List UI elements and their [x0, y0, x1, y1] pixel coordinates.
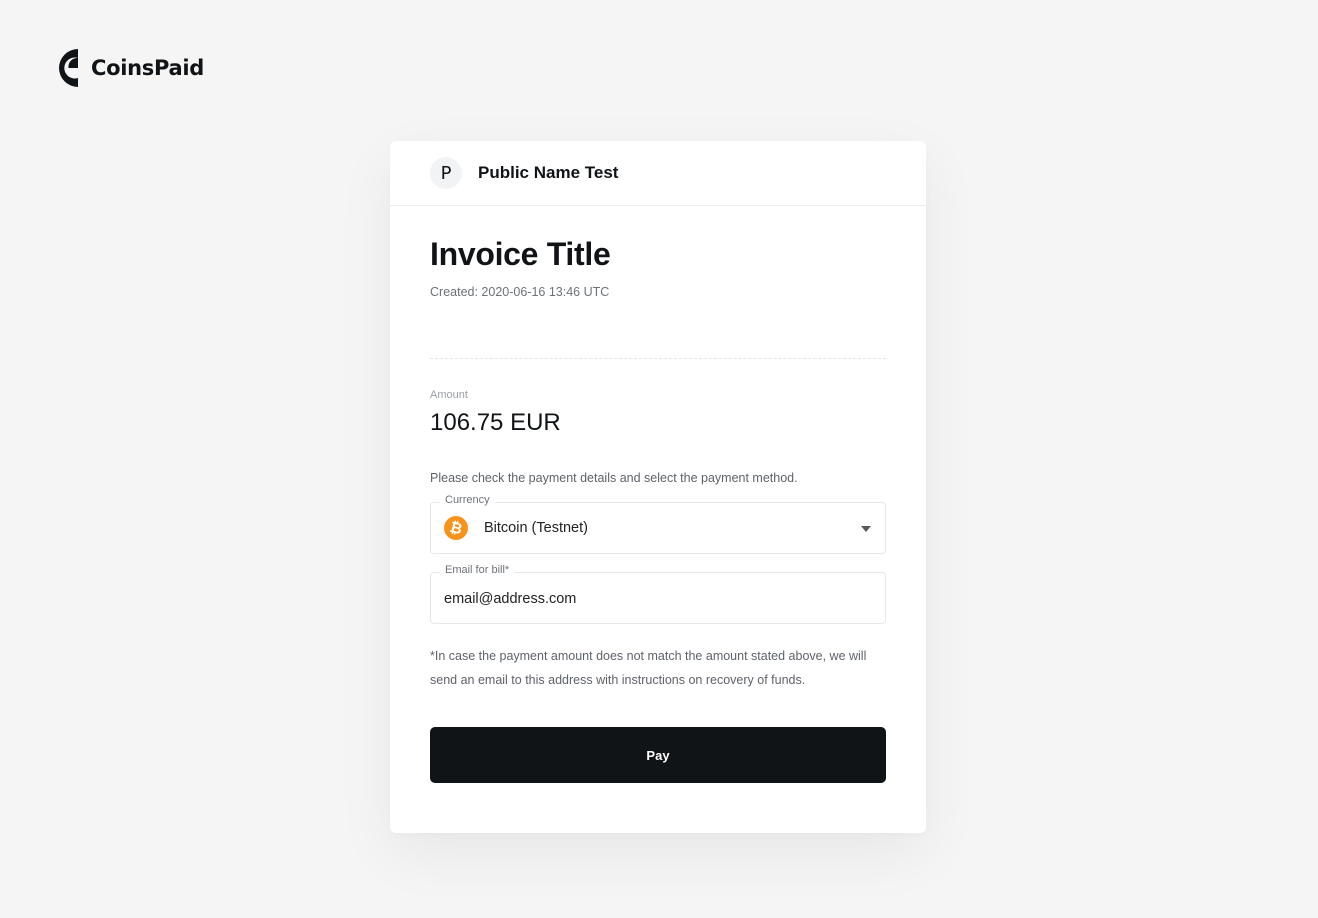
pay-button[interactable]: Pay [430, 727, 886, 783]
coinspaid-logo[interactable]: CoinsPaid [57, 47, 204, 89]
email-input[interactable] [444, 573, 885, 623]
payment-instruction: Please check the payment details and sel… [430, 471, 798, 485]
amount-value: 106.75 EUR [430, 409, 561, 436]
currency-value: Bitcoin (Testnet) [484, 520, 588, 536]
currency-select[interactable]: Currency ₿ Bitcoin (Testnet) [430, 494, 886, 554]
invoice-card: P Public Name Test Invoice Title Created… [390, 141, 926, 833]
merchant-name: Public Name Test [478, 163, 619, 182]
created-timestamp: Created: 2020-06-16 13:46 UTC [430, 285, 610, 299]
coinspaid-logo-icon [59, 49, 78, 87]
invoice-body: Invoice Title Created: 2020-06-16 13:46 … [390, 236, 926, 783]
invoice-title: Invoice Title [430, 236, 611, 272]
email-label: Email for bill* [440, 564, 515, 576]
bitcoin-icon: ₿ [441, 513, 471, 543]
merchant-header: P Public Name Test [390, 141, 926, 206]
divider [430, 358, 886, 359]
amount-label: Amount [430, 389, 468, 401]
currency-label: Currency [440, 494, 495, 506]
chevron-down-icon[interactable] [861, 526, 871, 532]
recovery-note: *In case the payment amount does not mat… [430, 649, 867, 687]
brand-name: CoinsPaid [91, 56, 205, 80]
merchant-avatar: P [430, 157, 462, 189]
email-field[interactable]: Email for bill* [430, 564, 886, 624]
